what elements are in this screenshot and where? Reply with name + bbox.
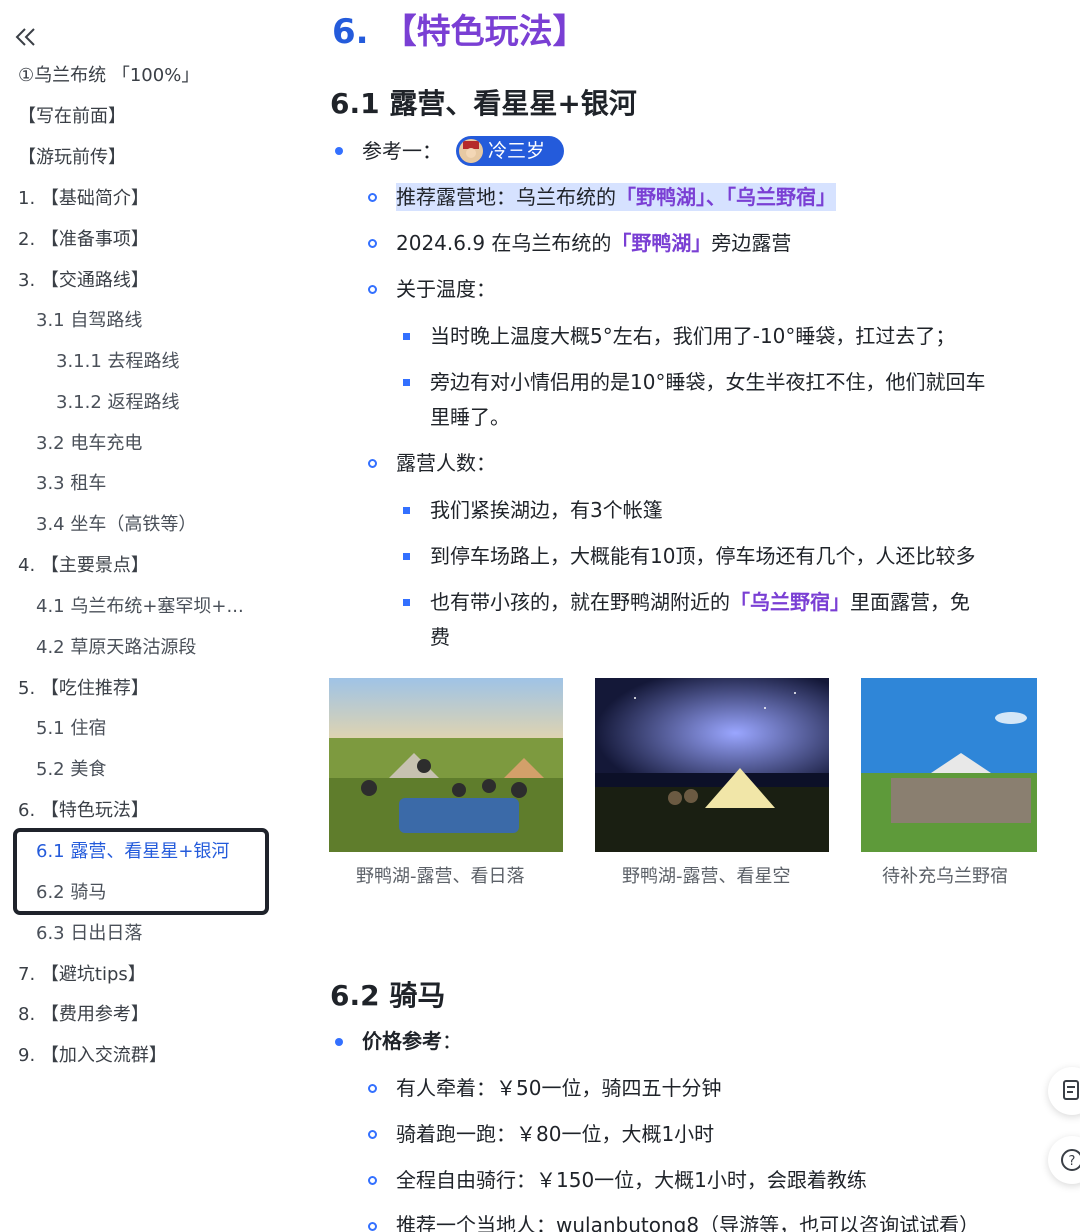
toc-item-basics[interactable]: 1. 【基础简介】 [18,181,149,217]
help-icon[interactable]: ? [1048,1136,1080,1184]
bullet [368,1130,377,1139]
recommended-campsite: 推荐露营地：乌兰布统的「野鸭湖」、「乌兰野宿」 [396,182,836,212]
toc-item-food[interactable]: 5.2 美食 [36,752,106,788]
photo-caption: 待补充乌兰野宿 [882,866,1008,887]
toc-item-return-route[interactable]: 3.1.2 返程路线 [56,385,180,421]
toc-item-activities[interactable]: 6. 【特色玩法】 [18,793,149,829]
document-content: 6. 【特色玩法】 6.1 露营、看星星+银河 参考一： 冷三岁 推荐露营地：乌兰… [300,0,1080,1232]
document-icon[interactable] [1048,1067,1080,1115]
bullet [403,333,410,340]
highlighted-text: 推荐露营地：乌兰布统的「野鸭湖」、「乌兰野宿」 [396,183,836,211]
bullet [403,599,410,606]
price-item-1: 有人牵着：￥50一位，骑四五十分钟 [396,1076,722,1100]
photo-caption: 野鸭湖-露营、看日落 [356,866,525,887]
toc-item-preface[interactable]: 【写在前面】 [18,99,126,135]
toc-item-self-drive[interactable]: 3.1 自驾路线 [36,303,142,339]
people-note-2: 到停车场路上，大概能有10顶，停车场还有几个，人还比较多 [430,544,976,568]
temperature-note-2: 旁边有对小情侣用的是10°睡袋，女生半夜扛不住，他们就回车 [430,370,986,394]
avatar [459,139,483,163]
toc-item-preparation[interactable]: 2. 【准备事项】 [18,222,149,258]
camping-date: 2024.6.9 在乌兰布统的「野鸭湖」旁边露营 [396,231,792,255]
bullet [368,285,377,294]
bullet [368,1176,377,1185]
section-heading: 6. 【特色玩法】 [332,4,587,53]
user-mention-chip[interactable]: 冷三岁 [456,136,564,166]
people-note-1: 我们紧挨湖边，有3个帐篷 [430,498,663,522]
bullet [403,379,410,386]
temperature-label: 关于温度： [396,277,496,301]
photo-night-camping[interactable] [595,678,829,852]
toc-item-prequel[interactable]: 【游玩前传】 [18,140,126,176]
price-item-3: 全程自由骑行：￥150一位，大概1小时，会跟着教练 [396,1168,867,1192]
subsection-heading-camping: 6.1 露营、看星星+银河 [330,87,637,120]
mention-name: 冷三岁 [488,140,546,162]
svg-text:?: ? [1069,1154,1076,1169]
toc-item-ev-charging[interactable]: 3.2 电车充电 [36,426,142,462]
bullet [335,147,343,155]
section-title: 【特色玩法】 [382,12,587,52]
people-note-3-cont: 费 [430,625,450,649]
toc-item-food-lodging[interactable]: 5. 【吃住推荐】 [18,671,149,707]
photo-sunset-camping[interactable] [329,678,563,852]
toc-sidebar: ①乌兰布统 「100%」 【写在前面】 【游玩前传】 1. 【基础简介】 2. … [0,0,300,1232]
bullet [368,459,377,468]
toc-item-car-rental[interactable]: 3.3 租车 [36,466,106,502]
people-count-label: 露营人数： [396,451,496,475]
reference-label: 参考一： [362,139,442,163]
toc-item-join-group[interactable]: 9. 【加入交流群】 [18,1038,167,1074]
bullet [368,239,377,248]
toc-item-costs[interactable]: 8. 【费用参考】 [18,997,149,1033]
bullet [368,1222,377,1231]
price-item-2: 骑着跑一跑：￥80一位，大概1小时 [396,1122,715,1146]
photo-caption: 野鸭湖-露营、看星空 [622,866,791,887]
toc-item-overview[interactable]: ①乌兰布统 「100%」 [18,58,199,94]
photo-wulan-campsite[interactable] [861,678,1037,852]
bullet [368,193,377,202]
toc-item-outbound-route[interactable]: 3.1.1 去程路线 [56,344,180,380]
bullet [335,1038,343,1046]
price-reference-label: 价格参考： [362,1029,462,1053]
toc-item-lodging[interactable]: 5.1 住宿 [36,711,106,747]
bullet [403,553,410,560]
toc-item-sunrise-sunset[interactable]: 6.3 日出日落 [36,916,142,952]
people-note-3: 也有带小孩的，就在野鸭湖附近的「乌兰野宿」里面露营，免 [430,590,970,614]
bullet [368,1084,377,1093]
toc-item-train[interactable]: 3.4 坐车（高铁等） [36,507,196,543]
bullet [403,507,410,514]
temperature-note-2-cont: 里睡了。 [430,405,510,429]
toc-item-tips[interactable]: 7. 【避坑tips】 [18,957,146,993]
price-item-4: 推荐一个当地人：wulanbutong8（导游等，也可以咨询试试看） [396,1213,980,1232]
toc-item-wulanbutong[interactable]: 4.1 乌兰布统+塞罕坝+... [36,589,244,625]
toc-item-grassland-road[interactable]: 4.2 草原天路沽源段 [36,630,196,666]
toc-highlight-box [13,828,269,915]
section-number: 6. [332,12,369,52]
toc-item-attractions[interactable]: 4. 【主要景点】 [18,548,149,584]
toc-item-transport[interactable]: 3. 【交通路线】 [18,263,149,299]
subsection-heading-horse-riding: 6.2 骑马 [330,979,446,1012]
double-chevron-left-icon[interactable] [14,26,38,48]
temperature-note-1: 当时晚上温度大概5°左右，我们用了-10°睡袋，扛过去了； [430,324,956,348]
